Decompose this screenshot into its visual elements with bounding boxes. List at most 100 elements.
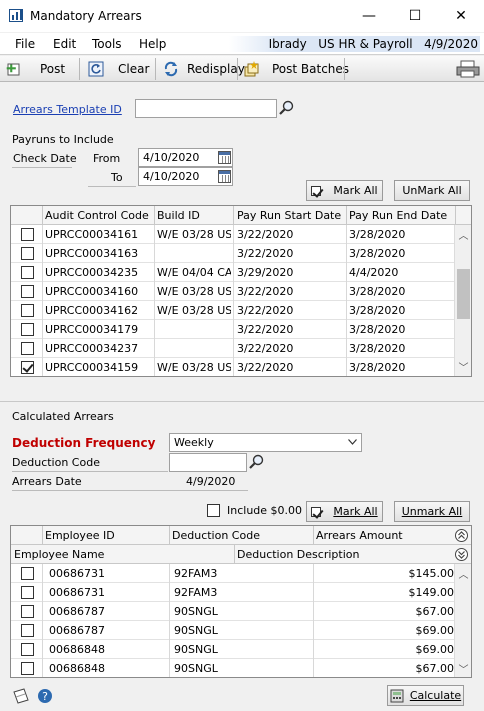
arrears-row[interactable]: 00686787 90SNGL $67.00 [11, 602, 471, 621]
row-checkbox[interactable] [21, 624, 34, 637]
payrun-row[interactable]: UPRCC00034162 W/E 03/28 US 3/22/2020 3/28/2… [11, 301, 471, 320]
deduction-code: 90SNGL [174, 662, 218, 675]
pay-run-end-date: 3/28/2020 [349, 323, 406, 336]
clear-icon [88, 61, 104, 77]
arrears-row[interactable]: 00686731 92FAM3 $145.00 [11, 564, 471, 583]
pay-run-start-date: 3/22/2020 [237, 361, 294, 374]
build-id: W/E 03/28 US [157, 304, 231, 317]
column-header[interactable]: Build ID [157, 209, 200, 222]
payrun-row[interactable]: UPRCC00034163 3/22/2020 3/28/2020 [11, 244, 471, 263]
lookup-icon[interactable] [249, 454, 265, 470]
column-header[interactable]: Audit Control Code [45, 209, 149, 222]
row-checkbox[interactable] [21, 323, 34, 336]
post-batches-button[interactable]: Post Batches [244, 59, 349, 79]
menu-edit[interactable]: Edit [53, 37, 76, 51]
payrun-row[interactable]: UPRCC00034161 W/E 03/28 US 3/22/2020 3/28/2… [11, 225, 471, 244]
arrears-template-id-field[interactable] [135, 99, 277, 118]
post-icon [6, 63, 20, 76]
payrun-row[interactable]: UPRCC00034179 3/22/2020 3/28/2020 [11, 320, 471, 339]
column-header[interactable]: Pay Run Start Date [237, 209, 341, 222]
audit-control-code: UPRCC00034163 [45, 247, 139, 260]
menu-help[interactable]: Help [139, 37, 166, 51]
audit-control-code: UPRCC00034235 [45, 266, 139, 279]
checkbox-icon [311, 185, 322, 196]
unmark-all-arrears-button[interactable]: Unmark All [394, 501, 470, 522]
toolbar-separator [237, 58, 238, 80]
payruns-scrollbar[interactable]: ︿ ﹀ [454, 225, 471, 376]
audit-control-code: UPRCC00034161 [45, 228, 139, 241]
deduction-code: 92FAM3 [174, 586, 218, 599]
deduction-code-label: Deduction Code [12, 456, 100, 469]
pay-run-start-date: 3/22/2020 [237, 285, 294, 298]
lookup-icon[interactable] [279, 100, 295, 116]
row-checkbox[interactable] [21, 361, 34, 374]
row-checkbox[interactable] [21, 266, 34, 279]
close-button[interactable]: ✕ [438, 0, 484, 32]
arrears-template-id-link[interactable]: Arrears Template ID [13, 103, 122, 116]
post-batches-icon [244, 61, 259, 77]
payruns-grid: Audit Control Code Build ID Pay Run Star… [10, 205, 472, 377]
arrears-row[interactable]: 00686787 90SNGL $69.00 [11, 621, 471, 640]
column-header[interactable]: Employee ID [45, 529, 115, 542]
menu-file[interactable]: File [15, 37, 35, 51]
to-label: To [111, 171, 123, 184]
row-checkbox[interactable] [21, 605, 34, 618]
minimize-button[interactable]: — [346, 0, 392, 32]
menu-tools[interactable]: Tools [92, 37, 122, 51]
maximize-button[interactable]: ☐ [392, 0, 438, 32]
include-zero-option[interactable]: Include $0.00 [207, 504, 302, 517]
payrun-row[interactable]: UPRCC00034235 W/E 04/04 CA 3/29/2020 4/4/20… [11, 263, 471, 282]
column-header[interactable]: Pay Run End Date [349, 209, 447, 222]
unmark-all-payruns-button[interactable]: UnMark All [394, 180, 470, 201]
scroll-up-icon[interactable]: ︿ [455, 227, 471, 244]
svg-text:?: ? [42, 690, 48, 703]
pay-run-end-date: 3/28/2020 [349, 228, 406, 241]
arrears-row[interactable]: 00686731 92FAM3 $149.00 [11, 583, 471, 602]
scroll-thumb[interactable] [457, 269, 470, 319]
scroll-up-icon[interactable]: ︿ [455, 566, 471, 583]
row-checkbox[interactable] [21, 586, 34, 599]
row-checkbox[interactable] [21, 643, 34, 656]
arrears-row[interactable]: 00686848 90SNGL $67.00 [11, 659, 471, 677]
row-checkbox[interactable] [21, 247, 34, 260]
printer-icon[interactable] [456, 60, 480, 78]
note-icon[interactable] [12, 688, 30, 704]
expand-icon[interactable] [455, 548, 468, 561]
mark-all-arrears-button[interactable]: Mark All [306, 501, 383, 522]
row-checkbox[interactable] [21, 285, 34, 298]
payrun-row[interactable]: UPRCC00034160 W/E 03/28 US 3/22/2020 3/28/2… [11, 282, 471, 301]
payrun-row[interactable]: UPRCC00034237 3/22/2020 3/28/2020 [11, 339, 471, 358]
title-bar: Mandatory Arrears — ☐ ✕ [0, 0, 484, 32]
employee-id: 00686731 [49, 567, 105, 580]
arrears-row[interactable]: 00686848 90SNGL $69.00 [11, 640, 471, 659]
redisplay-button[interactable]: Redisplay [163, 59, 245, 79]
scroll-down-icon[interactable]: ﹀ [455, 359, 471, 376]
clear-button[interactable]: Clear [88, 59, 149, 79]
column-header[interactable]: Arrears Amount [316, 529, 403, 542]
calculate-button[interactable]: Calculate [387, 685, 464, 706]
row-checkbox[interactable] [21, 342, 34, 355]
column-header[interactable]: Deduction Code [172, 529, 260, 542]
column-header[interactable]: Employee Name [14, 548, 104, 561]
row-checkbox[interactable] [21, 228, 34, 241]
deduction-code-field[interactable] [169, 453, 247, 472]
row-checkbox[interactable] [21, 662, 34, 675]
redisplay-icon [164, 61, 178, 77]
include-zero-checkbox[interactable] [207, 504, 220, 517]
deduction-code: 90SNGL [174, 605, 218, 618]
mark-all-payruns-button[interactable]: Mark All [306, 180, 383, 201]
audit-control-code: UPRCC00034179 [45, 323, 139, 336]
arrears-scrollbar[interactable]: ︿ ﹀ [454, 564, 471, 677]
collapse-icon[interactable] [455, 529, 468, 542]
arrears-date-value: 4/9/2020 [186, 475, 236, 488]
deduction-frequency-select[interactable]: Weekly [169, 433, 362, 452]
help-icon[interactable]: ? [37, 688, 53, 704]
payrun-row[interactable]: UPRCC00034159 W/E 03/28 US 3/22/2020 3/28/2… [11, 358, 471, 376]
row-checkbox[interactable] [21, 567, 34, 580]
post-button[interactable]: Post [6, 59, 65, 79]
calendar-icon[interactable] [218, 151, 231, 164]
row-checkbox[interactable] [21, 304, 34, 317]
column-header[interactable]: Deduction Description [237, 548, 359, 561]
calendar-icon[interactable] [218, 170, 231, 183]
scroll-down-icon[interactable]: ﹀ [455, 661, 471, 677]
